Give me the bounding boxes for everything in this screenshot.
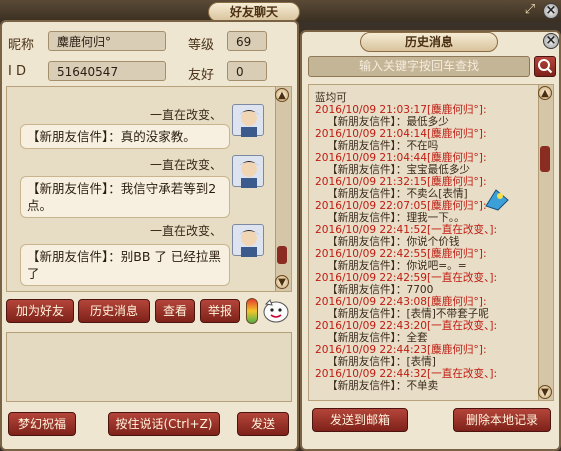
voice-button[interactable]: 按住说话(Ctrl+Z) <box>108 412 220 436</box>
search-button[interactable] <box>534 56 556 77</box>
friendship-value: 0 <box>227 61 267 81</box>
resize-icon[interactable]: ⤢ <box>523 3 537 17</box>
nickname-label: 昵称 <box>8 38 35 53</box>
scroll-down-icon[interactable]: ▼ <box>275 275 289 289</box>
smiley-face-icon <box>263 299 289 323</box>
history-scroll-up-icon[interactable]: ▲ <box>538 86 552 100</box>
history-window-title: 历史消息 <box>360 32 498 52</box>
history-scrollbar[interactable] <box>538 85 553 400</box>
pet-emote-icon <box>484 186 510 212</box>
dream-blessing-button[interactable]: 梦幻祝福 <box>8 412 76 436</box>
id-value: 51640547 <box>48 61 166 81</box>
sender-avatar[interactable] <box>232 224 264 257</box>
message-bubble: 【新朋友信件】：别BB 了 已经拉黑了 <box>20 244 230 286</box>
friendship-label: 友好 <box>188 68 215 83</box>
history-search-input[interactable]: 输入关键字按回车查找 <box>308 56 530 77</box>
history-line: 【新朋友信件】：不单卖 <box>327 380 439 392</box>
history-list[interactable]: 蓝均可 2016/10/09 21:03:17[麋鹿何归°]: 【新朋友信件】：最低… <box>308 84 554 401</box>
scroll-up-icon[interactable]: ▲ <box>275 88 289 102</box>
chat-scroll-thumb[interactable] <box>277 246 287 264</box>
search-icon <box>538 59 553 74</box>
send-button[interactable]: 发送 <box>237 412 289 436</box>
view-button[interactable]: 查看 <box>155 299 195 323</box>
emoji-icon[interactable] <box>262 298 290 324</box>
report-button[interactable]: 举报 <box>200 299 240 323</box>
avatar-icon <box>239 230 259 257</box>
send-to-mail-button[interactable]: 发送到邮箱 <box>312 408 408 432</box>
chat-window-title: 好友聊天 <box>208 2 300 22</box>
color-picker-icon[interactable] <box>246 298 258 324</box>
avatar-icon <box>239 110 259 137</box>
history-scroll-down-icon[interactable]: ▼ <box>538 385 552 399</box>
message-bubble: 【新朋友信件】：真的没家教。 <box>20 124 230 149</box>
history-button[interactable]: 历史消息 <box>78 299 150 323</box>
nickname-value: 麋鹿何归° <box>48 31 166 51</box>
add-friend-button[interactable]: 加为好友 <box>6 299 74 323</box>
message-input[interactable] <box>6 332 292 402</box>
level-label: 等级 <box>188 38 215 53</box>
close-chat-icon[interactable]: × <box>543 3 559 19</box>
message-sender: 一直在改变、 <box>150 108 223 122</box>
message-sender: 一直在改变、 <box>150 224 223 238</box>
message-bubble: 【新朋友信件】：我信守承若等到2点。 <box>20 176 230 218</box>
avatar-icon <box>239 161 259 188</box>
level-value: 69 <box>227 31 267 51</box>
message-sender: 一直在改变、 <box>150 158 223 172</box>
history-scroll-thumb[interactable] <box>540 146 550 172</box>
sender-avatar[interactable] <box>232 104 264 137</box>
close-history-icon[interactable]: × <box>543 33 559 49</box>
id-label: I D <box>8 64 26 79</box>
sender-avatar[interactable] <box>232 155 264 188</box>
delete-local-records-button[interactable]: 删除本地记录 <box>453 408 551 432</box>
